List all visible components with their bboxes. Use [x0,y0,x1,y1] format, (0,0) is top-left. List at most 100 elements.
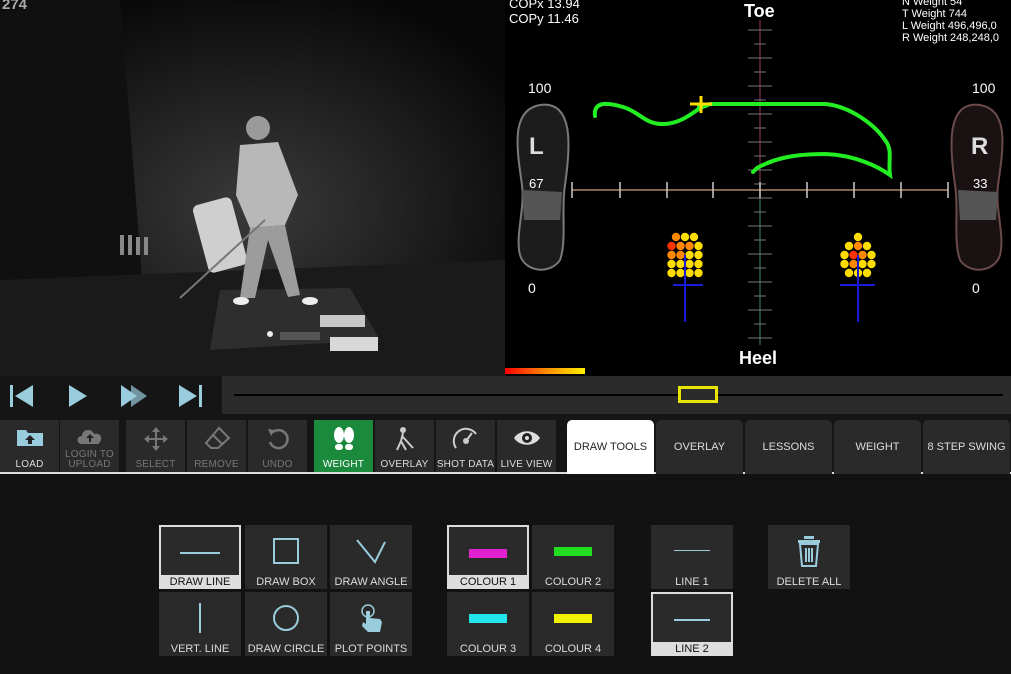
weight-pressure-panel: COPx 13.94 COPy 11.46 Toe Heel N Weight … [505,0,1011,376]
undo-icon [267,428,289,450]
draw-box-label: DRAW BOX [256,576,316,588]
pressure-dot [694,241,703,251]
colour-4-label: COLOUR 4 [544,643,602,655]
pressure-dot [694,250,703,260]
shot-data-label: SHOT DATA [436,459,495,470]
weight-label: WEIGHT [322,459,365,470]
cloud-upload-icon [77,430,101,444]
tab-overlay[interactable]: OVERLAY [656,420,743,474]
copy-readout: COPy 11.46 [509,11,579,26]
video-frame[interactable]: 274 [0,0,505,376]
skip-end-icon [179,385,202,407]
draw-line-button[interactable]: DRAW LINE [159,525,241,589]
load-button[interactable]: LOAD [0,420,59,472]
tab-lessons[interactable]: LESSONS [745,420,832,474]
hand-pointer-icon [361,604,382,632]
pressure-dot [676,259,685,269]
thin-line-icon [674,550,710,551]
undo-label: UNDO [262,459,293,470]
draw-line-label: DRAW LINE [159,575,241,589]
pressure-dot [671,232,681,242]
colour-2-swatch [554,546,592,556]
login-to-upload-button[interactable]: LOGIN TO UPLOAD [60,420,119,472]
tab-8-step-swing[interactable]: 8 STEP SWING [923,420,1010,474]
pressure-dot [849,259,858,269]
undo-button[interactable]: UNDO [248,420,307,472]
colour-1-button[interactable]: COLOUR 1 [447,525,529,589]
heel-label: Heel [739,348,778,368]
skip-start-icon [10,385,33,407]
delete-all-button[interactable]: DELETE ALL [768,525,850,589]
folder-upload-icon [16,430,43,446]
footprints-icon [333,427,354,450]
line-1-button[interactable]: LINE 1 [651,525,733,589]
pressure-dot [667,241,676,251]
shot-data-button[interactable]: SHOT DATA [436,420,495,472]
draw-box-button[interactable]: DRAW BOX [245,525,327,589]
pressure-dot [685,250,694,260]
pressure-dot [667,250,676,260]
pressure-dot [867,259,876,269]
pressure-dot [667,259,676,269]
select-label: SELECT [135,459,176,470]
weight-button[interactable]: WEIGHT [314,420,373,472]
step-forward-button[interactable] [118,382,148,410]
colour-3-button[interactable]: COLOUR 3 [447,592,529,656]
plot-points-button[interactable]: PLOT POINTS [330,592,412,656]
colour-3-swatch [469,613,507,623]
weight-readouts: N Weight 54 T Weight 744 L Weight 496,49… [902,0,999,44]
live-view-button[interactable]: LIVE VIEW [497,420,556,472]
pressure-dot [867,250,876,260]
shot-data-icon [452,427,477,449]
app-window: 274 COPx 13.94 COPy 11.46 Toe Heel N Wei… [0,0,1011,674]
pressure-dot [862,268,872,278]
right-max-label: 100 [972,80,996,96]
pressure-dot [689,232,699,242]
line-2-label: LINE 2 [651,642,733,656]
pressure-graph [505,20,1004,374]
circle-icon [273,605,299,631]
pressure-dot [694,268,703,278]
play-button[interactable] [62,382,92,410]
n-weight: N Weight 54 [901,0,963,8]
right-min-label: 0 [972,280,980,296]
line-2-button[interactable]: LINE 2 [651,592,733,656]
vertical-line-icon [199,603,201,633]
pressure-dot [853,241,863,251]
line-1-label: LINE 1 [675,576,709,588]
colour-4-button[interactable]: COLOUR 4 [532,592,614,656]
pressure-dot [840,259,849,269]
overlay-tool-label: OVERLAY [380,459,429,470]
pressure-dot [844,241,854,251]
timeline-handle[interactable] [678,386,718,403]
remove-label: REMOVE [194,459,239,470]
move-icon [143,427,168,451]
overlay-button[interactable]: OVERLAY [375,420,434,472]
colour-2-button[interactable]: COLOUR 2 [532,525,614,589]
square-icon [273,538,299,564]
right-foot-letter: R [971,133,989,160]
upload-label: UPLOAD [68,459,111,470]
skip-to-start-button[interactable] [6,382,36,410]
left-min-label: 0 [528,280,536,296]
tab-weight[interactable]: WEIGHT [834,420,921,474]
pressure-dot [694,259,703,269]
frame-counter: 274 [2,0,28,13]
timeline-scrubber[interactable] [222,376,1011,414]
horizontal-line-icon [180,552,220,554]
draw-circle-button[interactable]: DRAW CIRCLE [245,592,327,656]
main-toolbar: LOAD LOGIN TO UPLOAD SELECT REMOVE UNDO … [0,416,1011,474]
load-label: LOAD [15,459,44,470]
pressure-dot [858,250,867,260]
draw-angle-button[interactable]: DRAW ANGLE [330,525,412,589]
tab-draw-tools[interactable]: DRAW TOOLS [567,420,654,474]
colour-4-swatch [554,613,592,623]
vert-line-button[interactable]: VERT. LINE [159,592,241,656]
select-button[interactable]: SELECT [126,420,185,472]
skip-to-end-button[interactable] [176,382,206,410]
remove-button[interactable]: REMOVE [187,420,246,472]
left-max-label: 100 [528,80,552,96]
eraser-icon [204,426,230,449]
left-weight-value: 67 [529,176,544,191]
right-weight-value: 33 [973,176,988,191]
